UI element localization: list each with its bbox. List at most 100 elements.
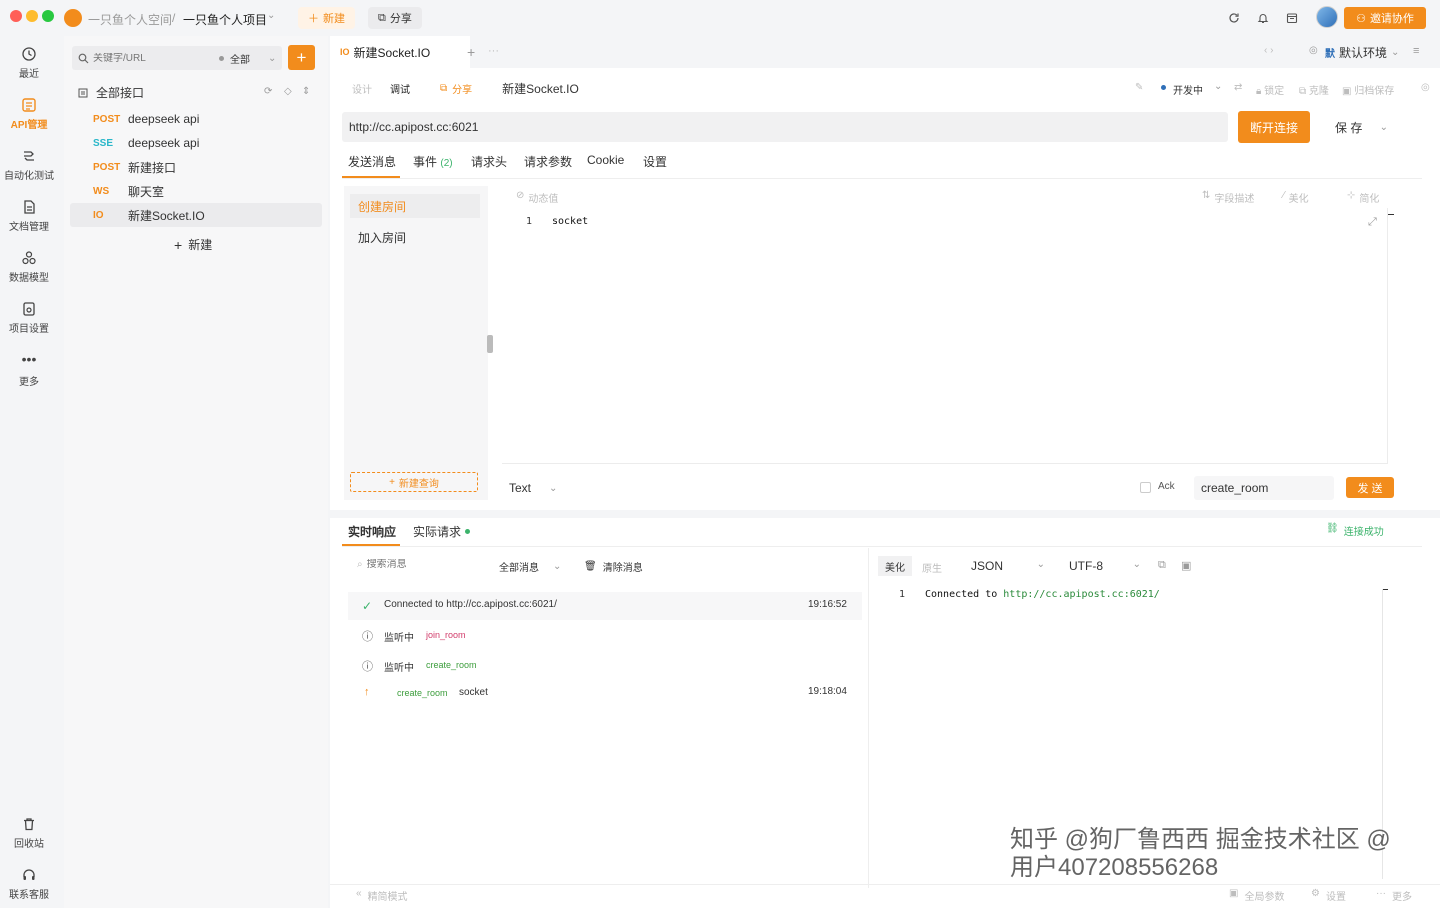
workspace-name[interactable]: 一只鱼个人空间	[88, 11, 172, 28]
more-button[interactable]: ··· 更多	[1376, 888, 1412, 903]
tab-send-message[interactable]: 发送消息	[348, 153, 396, 170]
message-editor[interactable]: 1 socket ⤢	[502, 208, 1388, 464]
status-select[interactable]: 开发中	[1173, 82, 1203, 97]
tab-prev-icon[interactable]: ‹ ›	[1264, 45, 1273, 56]
rail-item-support[interactable]: 联系客服	[0, 867, 58, 901]
refresh-icon[interactable]: ⟳	[264, 86, 272, 97]
invite-button[interactable]: ⚇ 邀请协作	[1344, 7, 1426, 29]
filter-select[interactable]: 全部	[230, 51, 250, 66]
message-item-join-room[interactable]: 加入房间	[358, 229, 406, 246]
rail-item-project-settings[interactable]: 项目设置	[0, 301, 58, 335]
log-row[interactable]: ⓘ 监听中 join_room	[348, 622, 862, 650]
tab-params[interactable]: 请求参数	[524, 153, 572, 170]
edit-icon[interactable]: ✎	[1135, 82, 1143, 93]
new-query-button[interactable]: + 新建查询	[350, 472, 478, 492]
sidebar-item-new-api[interactable]: POST 新建接口	[70, 155, 322, 179]
tab-realtime-response[interactable]: 实时响应	[348, 523, 396, 540]
viewer-format-select[interactable]: JSON ⌄	[971, 559, 1045, 573]
tab-events[interactable]: 事件 (2)	[413, 153, 453, 170]
ack-checkbox[interactable]	[1140, 482, 1151, 493]
new-button[interactable]: ＋新建	[298, 7, 355, 29]
compare-icon[interactable]: ⇄	[1234, 82, 1242, 93]
info-icon[interactable]: ◎	[1421, 82, 1430, 93]
archive-button[interactable]: ▣ 归档保存	[1342, 82, 1394, 97]
clear-messages-button[interactable]: 🗑︎ 清除消息	[584, 559, 643, 574]
new-tab-button[interactable]: +	[467, 44, 475, 60]
disconnect-button[interactable]: 断开连接	[1238, 111, 1310, 143]
collapse-icon[interactable]: ⇕	[302, 86, 310, 97]
url-input[interactable]: http://cc.apipost.cc:6021	[342, 112, 1228, 142]
sidebar-search[interactable]: 全部 ⌄	[72, 46, 282, 70]
simple-mode-button[interactable]: « 精简模式	[356, 888, 408, 903]
sidebar-root[interactable]: 全部接口	[78, 84, 144, 101]
tab-debug[interactable]: 调试	[390, 81, 410, 96]
rail-item-recent[interactable]: 最近	[0, 46, 58, 80]
locate-icon[interactable]: ◇	[284, 86, 292, 97]
message-item-create-room[interactable]: 创建房间	[350, 194, 480, 218]
message-filter-select[interactable]: 全部消息 ⌄	[499, 559, 561, 574]
add-button[interactable]: +	[288, 45, 315, 70]
calendar-icon[interactable]	[1283, 9, 1301, 27]
tab-actual-request[interactable]: 实际请求	[413, 523, 471, 540]
sidebar-item-deepseek-post[interactable]: POST deepseek api	[70, 107, 322, 131]
resize-handle[interactable]	[487, 335, 493, 353]
menu-icon[interactable]: ≡	[1413, 45, 1419, 57]
viewer-beautify-button[interactable]: 美化	[878, 556, 912, 576]
format-select[interactable]: Text ⌄	[509, 481, 557, 495]
rail-item-auto-test[interactable]: 自动化测试	[0, 148, 58, 182]
settings-button[interactable]: ⚙ 设置	[1311, 888, 1346, 903]
message-search-input[interactable]	[366, 559, 457, 570]
scrollbar-track[interactable]	[1382, 589, 1383, 879]
save-icon[interactable]: ▣	[1181, 559, 1191, 572]
rail-item-api[interactable]: API管理	[0, 97, 58, 131]
window-maximize-button[interactable]	[42, 10, 54, 22]
request-name[interactable]: 新建Socket.IO	[502, 80, 579, 97]
chevron-down-icon[interactable]: ⌄	[1214, 81, 1222, 92]
window-minimize-button[interactable]	[26, 10, 38, 22]
beautify-button[interactable]: ⁄ 美化	[1283, 190, 1309, 205]
toolbar-share-button[interactable]: 分享	[452, 81, 472, 96]
tab-settings[interactable]: 设置	[643, 153, 667, 170]
message-search[interactable]: ⌕	[357, 559, 457, 570]
sidebar-new-button[interactable]: + 新建	[174, 236, 212, 253]
workspace-logo[interactable]	[64, 9, 82, 27]
clone-button[interactable]: ⧉ 克隆	[1299, 82, 1329, 97]
environment-select[interactable]: 默 默认环境 ⌄	[1325, 44, 1399, 61]
tab-socketio[interactable]: IO 新建Socket.IO	[330, 36, 470, 68]
sidebar-item-deepseek-sse[interactable]: SSE deepseek api	[70, 131, 322, 155]
tab-design[interactable]: 设计	[352, 81, 372, 96]
dynamic-value-button[interactable]: ⊘ 动态值	[516, 190, 558, 205]
search-input[interactable]	[93, 52, 213, 64]
rail-item-data-model[interactable]: 数据模型	[0, 250, 58, 284]
expand-icon[interactable]: ⤢	[1368, 216, 1377, 229]
lock-button[interactable]: 🔒︎ 锁定	[1256, 82, 1284, 97]
copy-icon[interactable]: ⧉	[1158, 559, 1166, 572]
global-params-button[interactable]: ▣ 全局参数	[1229, 888, 1284, 903]
simplify-button[interactable]: ⊹ 简化	[1347, 190, 1379, 205]
log-row[interactable]: ↑ create_room socket 19:18:04	[348, 680, 862, 708]
rail-item-more[interactable]: ••• 更多	[0, 352, 58, 388]
log-row[interactable]: ✓ Connected to http://cc.apipost.cc:6021…	[348, 592, 862, 620]
refresh-icon[interactable]	[1225, 9, 1243, 27]
rail-item-docs[interactable]: 文档管理	[0, 199, 58, 233]
share-button[interactable]: ⧉ 分享	[368, 7, 422, 29]
scrollbar[interactable]	[1388, 214, 1394, 215]
sidebar-item-chatroom[interactable]: WS 聊天室	[70, 179, 322, 203]
viewer-encoding-select[interactable]: UTF-8 ⌄	[1069, 559, 1141, 573]
tab-cookie[interactable]: Cookie	[587, 153, 624, 167]
sidebar-item-socketio[interactable]: IO 新建Socket.IO	[70, 203, 322, 227]
send-button[interactable]: 发 送	[1346, 477, 1394, 498]
tab-headers[interactable]: 请求头	[471, 153, 507, 170]
field-desc-button[interactable]: ⇅ 字段描述	[1202, 190, 1254, 205]
avatar[interactable]	[1316, 6, 1338, 28]
event-name-input[interactable]: create_room	[1194, 476, 1334, 500]
viewer-raw-button[interactable]: 原生	[922, 560, 942, 575]
log-row[interactable]: ⓘ 监听中 create_room	[348, 652, 862, 680]
save-button[interactable]: 保 存 ⌄	[1322, 112, 1396, 142]
window-close-button[interactable]	[10, 10, 22, 22]
rail-item-trash[interactable]: 回收站	[0, 816, 58, 850]
bell-icon[interactable]	[1254, 9, 1272, 27]
viewer-content[interactable]: Connected to http://cc.apipost.cc:6021/	[925, 589, 1160, 600]
chevron-down-icon[interactable]: ⌄	[268, 53, 276, 64]
chevron-down-icon[interactable]: ⌄	[267, 10, 275, 21]
